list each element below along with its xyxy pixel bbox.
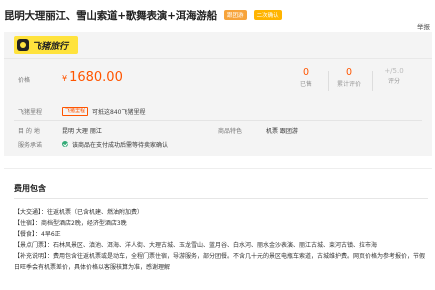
price-row: 价格 ¥1680.00 0 已售 0 累计评价 +/5.0 评分 <box>4 59 432 103</box>
info-row: 目 的 地 昆明 大理 丽江 商品特色 机票 跟团游 <box>4 126 432 138</box>
fees-section-title: 费用包含 <box>14 184 46 193</box>
section-underline <box>14 198 428 199</box>
check-circle-icon <box>62 141 68 147</box>
logo-text: 飞猪旅行 <box>32 42 69 52</box>
rating-value: +/5.0 <box>384 67 404 75</box>
tag-confirm: 二次确认 <box>253 10 282 20</box>
product-panel: 飞猪旅行 价格 ¥1680.00 0 已售 0 累计评价 +/5.0 评分 飞猪… <box>4 32 432 156</box>
title-row: 昆明大理丽江、雪山索道+歌舞表演+洱海游船 跟团游 二次确认 <box>4 4 432 24</box>
service-row: 服务承诺 该商品在支付成功后需等待卖家确认 <box>4 140 432 152</box>
points-label: 飞猪里程 <box>18 109 43 116</box>
review-count: 0 <box>345 67 353 78</box>
rating-stat: +/5.0 评分 <box>371 67 417 85</box>
points-text: 可抵这840飞猪里程 <box>92 109 146 116</box>
brand-bar: 飞猪旅行 <box>4 32 432 59</box>
features-label: 商品特色 <box>218 128 243 135</box>
sold-count: 0 <box>302 67 310 78</box>
service-text: 该商品在支付成功后需等待卖家确认 <box>72 142 169 149</box>
fliggy-logo[interactable]: 飞猪旅行 <box>14 36 78 54</box>
review-caption: 累计评价 <box>336 81 361 88</box>
rating-caption: 评分 <box>387 78 400 85</box>
sold-stat: 0 已售 <box>283 67 329 88</box>
price-value: ¥1680.00 <box>62 70 123 85</box>
fee-transport: 【大交通】：往返机票（已含机建、燃油附加费） <box>14 209 144 216</box>
fee-meals: 【餐食】：4早6正 <box>14 231 61 238</box>
product-title: 昆明大理丽江、雪山索道+歌舞表演+洱海游船 <box>4 10 217 22</box>
tag-group-tour: 跟团游 <box>224 10 247 20</box>
features-value: 机票 跟团游 <box>266 128 298 135</box>
currency-symbol: ¥ <box>62 74 68 83</box>
divider <box>14 120 422 121</box>
fliggy-logo-icon <box>17 39 29 51</box>
destination-label: 目 的 地 <box>18 128 40 135</box>
report-link[interactable]: 举报 <box>417 21 430 31</box>
section-separator <box>4 168 432 169</box>
price-label: 价格 <box>18 77 31 84</box>
points-row: 飞猪里程 飞猪里程 可抵这840飞猪里程 <box>4 104 432 118</box>
reviews-stat[interactable]: 0 累计评价 <box>326 67 372 88</box>
points-badge: 飞猪里程 <box>62 107 89 116</box>
fees-content: 【大交通】：往返机票（已含机建、燃油附加费） 【住宿】：商档型酒店2晚，经济型酒… <box>14 207 426 273</box>
sold-caption: 已售 <box>299 81 312 88</box>
destination-value: 昆明 大理 丽江 <box>62 128 102 135</box>
fee-lodging: 【住宿】：商档型酒店2晚，经济型酒店3晚 <box>14 220 127 227</box>
service-label: 服务承诺 <box>18 142 43 149</box>
price-amount: 1680.00 <box>69 70 123 85</box>
fee-notes: 【补充说明】：费用包含往返机票或是动车，全程门票住宿，导游服务，部分团餐。不含几… <box>14 253 426 271</box>
fee-attractions: 【景点门票】：石林风景区、滇池、洱海、洋人街、大理古城、玉龙雪山、蓝月谷、白水河… <box>14 242 378 249</box>
